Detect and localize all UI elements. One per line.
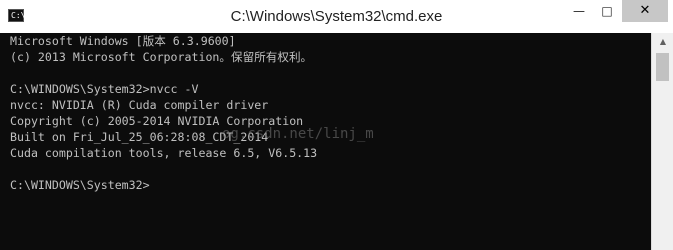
maximize-button[interactable]: □ — [594, 0, 620, 22]
scrollbar-thumb[interactable] — [656, 53, 669, 81]
close-button[interactable]: ✕ — [622, 0, 668, 22]
title-bar[interactable]: C:\ C:\Windows\System32\cmd.exe — □ ✕ — [0, 0, 673, 33]
console-prompt: C:\WINDOWS\System32> — [10, 178, 150, 192]
minimize-button[interactable]: — — [566, 0, 592, 22]
vertical-scrollbar[interactable]: ▲ — [651, 33, 673, 250]
console-line: Cuda compilation tools, release 6.5, V6.… — [10, 146, 318, 160]
console-line: (c) 2013 Microsoft Corporation。保留所有权利。 — [10, 50, 313, 64]
console-line: nvcc: NVIDIA (R) Cuda compiler driver — [10, 98, 269, 112]
console-line: C:\WINDOWS\System32>nvcc -V — [10, 82, 199, 96]
console-line: Microsoft Windows [版本 6.3.9600] — [10, 34, 236, 48]
scroll-up-arrow-icon[interactable]: ▲ — [656, 35, 670, 49]
cmd-window: C:\ C:\Windows\System32\cmd.exe — □ ✕ Mi… — [0, 0, 673, 250]
console-output[interactable]: Microsoft Windows [版本 6.3.9600] (c) 2013… — [0, 33, 651, 250]
csdn-watermark: og.csdn.net/linj_m — [222, 126, 374, 142]
